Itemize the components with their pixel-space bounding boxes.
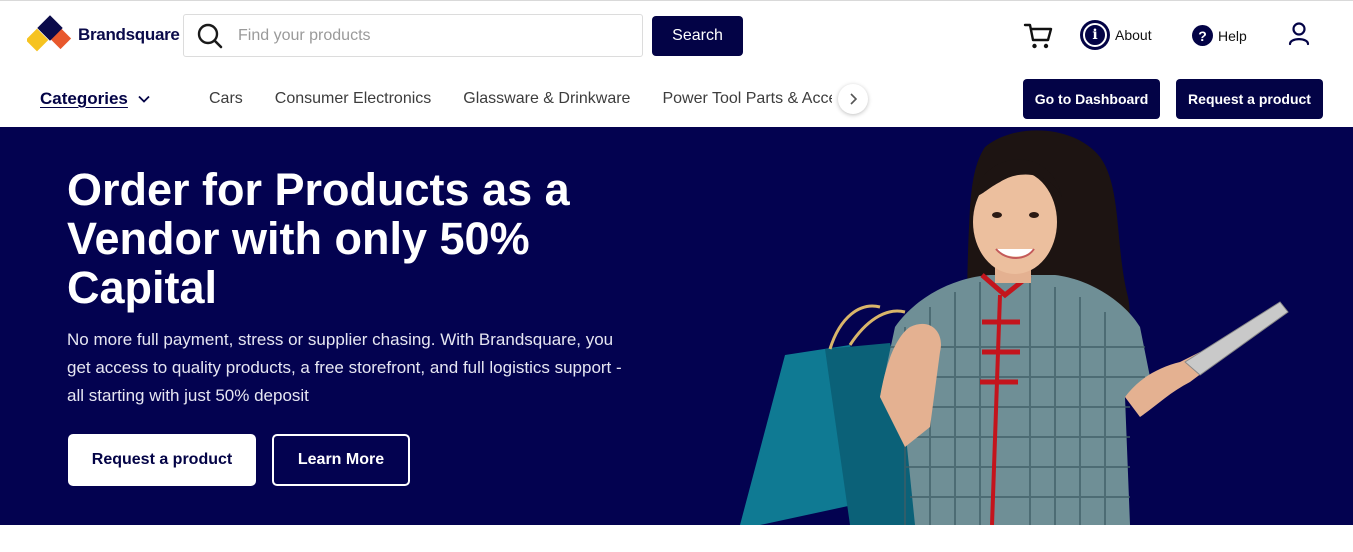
go-to-dashboard-button[interactable]: Go to Dashboard [1023, 79, 1160, 119]
request-product-button[interactable]: Request a product [1176, 79, 1323, 119]
nav-link-cars[interactable]: Cars [209, 90, 243, 108]
cart-icon[interactable] [1023, 22, 1053, 55]
user-icon[interactable] [1288, 22, 1310, 51]
nav-link-power-tool-parts[interactable]: Power Tool Parts & Accessories [662, 90, 832, 108]
categories-label: Categories [40, 89, 128, 108]
brand-name: Brandsquare [78, 25, 180, 44]
chevron-down-icon [138, 90, 150, 108]
nav-link-consumer-electronics[interactable]: Consumer Electronics [275, 90, 432, 108]
hero-title: Order for Products as a Vendor with only… [67, 164, 570, 313]
info-icon: i [1080, 20, 1110, 50]
category-links: Cars Consumer Electronics Glassware & Dr… [209, 90, 832, 108]
search-bar[interactable] [183, 14, 643, 57]
categories-dropdown[interactable]: Categories [40, 89, 150, 109]
hero-description: No more full payment, stress or supplier… [67, 330, 622, 405]
top-border [0, 0, 1353, 1]
brand-logo-icon [27, 15, 72, 52]
help-label: Help [1218, 27, 1247, 44]
brand-logo[interactable]: Brandsquare [27, 15, 180, 55]
help-link[interactable]: ? Help [1192, 25, 1247, 46]
magnifier-icon [184, 23, 230, 49]
chevron-right-icon[interactable] [838, 84, 868, 114]
about-label: About [1115, 27, 1152, 43]
question-icon: ? [1192, 25, 1213, 46]
hero-learn-more-button[interactable]: Learn More [272, 434, 410, 486]
about-link[interactable]: i About [1080, 20, 1152, 50]
search-input[interactable] [230, 26, 642, 45]
hero-request-product-button[interactable]: Request a product [68, 434, 256, 486]
nav-link-glassware[interactable]: Glassware & Drinkware [463, 90, 630, 108]
search-button[interactable]: Search [652, 16, 743, 56]
hero-banner: Order for Products as a Vendor with only… [0, 127, 1353, 525]
hero-woman-shopping-image [740, 130, 1289, 525]
